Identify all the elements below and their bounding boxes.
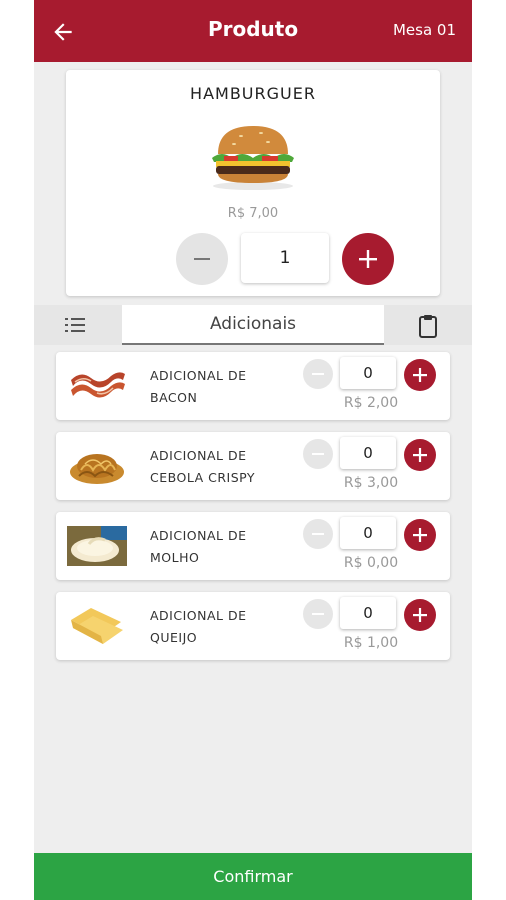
addon-increase-button[interactable] [404, 599, 436, 631]
addon-quantity-input[interactable]: 0 [340, 597, 396, 629]
decrease-quantity-button[interactable] [176, 233, 228, 285]
addon-increase-button[interactable] [404, 359, 436, 391]
crispy-onion-image [70, 454, 124, 484]
minus-icon [312, 453, 324, 455]
addon-item-molho: ADICIONAL DE MOLHO 0 R$ 0,00 [56, 512, 450, 580]
addon-decrease-button[interactable] [303, 359, 333, 389]
minus-icon [312, 373, 324, 375]
addon-item-queijo: ADICIONAL DE QUEIJO 0 R$ 1,00 [56, 592, 450, 660]
plus-icon [413, 448, 427, 462]
tab-bar: Adicionais [34, 305, 472, 345]
product-card: HAMBURGUER R$ 7,00 1 [66, 70, 440, 296]
addon-decrease-button[interactable] [303, 599, 333, 629]
addon-item-bacon: ADICIONAL DE BACON 0 R$ 2,00 [56, 352, 450, 420]
hamburger-image [212, 126, 294, 190]
sauce-image [67, 526, 127, 566]
addon-decrease-button[interactable] [303, 439, 333, 469]
minus-icon [312, 613, 324, 615]
cheese-image [71, 608, 123, 644]
addon-price: R$ 2,00 [343, 395, 399, 411]
plus-icon [359, 250, 377, 268]
addon-price: R$ 3,00 [343, 475, 399, 491]
product-price: R$ 7,00 [227, 206, 279, 221]
addon-name: ADICIONAL DE MOLHO [150, 528, 247, 565]
quantity-input[interactable]: 1 [241, 233, 329, 283]
addon-decrease-button[interactable] [303, 519, 333, 549]
table-label: Mesa 01 [392, 21, 456, 39]
confirm-button[interactable]: Confirmar [34, 853, 472, 900]
app-bar: Produto Mesa 01 [34, 0, 472, 62]
list-icon[interactable] [64, 315, 86, 335]
minus-icon [312, 533, 324, 535]
addon-quantity-input[interactable]: 0 [340, 437, 396, 469]
clipboard-icon[interactable] [418, 314, 438, 338]
addon-item-cebola-crispy: ADICIONAL DE CEBOLA CRISPY 0 R$ 3,00 [56, 432, 450, 500]
increase-quantity-button[interactable] [342, 233, 394, 285]
addon-price: R$ 1,00 [343, 635, 399, 651]
addon-increase-button[interactable] [404, 519, 436, 551]
minus-icon [194, 258, 210, 260]
plus-icon [413, 368, 427, 382]
bacon-image [71, 372, 125, 398]
addon-quantity-input[interactable]: 0 [340, 357, 396, 389]
screen: Produto Mesa 01 HAMBURGUER R$ 7,00 1 Adi… [34, 0, 472, 900]
plus-icon [413, 528, 427, 542]
addon-increase-button[interactable] [404, 439, 436, 471]
addon-name: ADICIONAL DE BACON [150, 368, 247, 405]
addon-quantity-input[interactable]: 0 [340, 517, 396, 549]
addon-name: ADICIONAL DE CEBOLA CRISPY [150, 448, 256, 485]
addon-price: R$ 0,00 [343, 555, 399, 571]
plus-icon [413, 608, 427, 622]
addon-name: ADICIONAL DE QUEIJO [150, 608, 247, 645]
tab-adicionais[interactable]: Adicionais [122, 305, 384, 345]
product-name: HAMBURGUER [190, 84, 316, 103]
